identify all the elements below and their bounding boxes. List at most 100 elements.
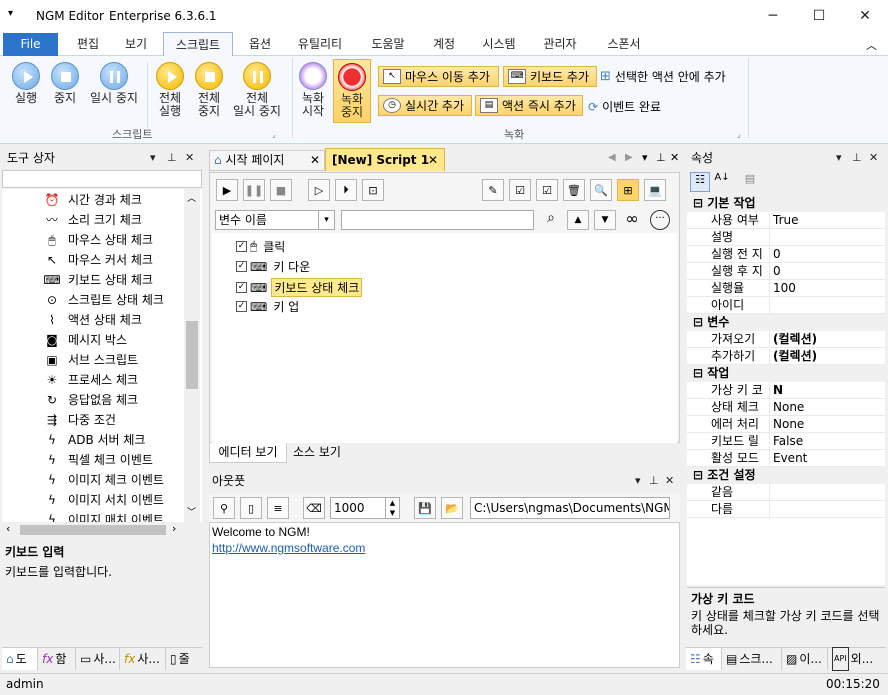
- move-up-button[interactable]: ▲: [567, 210, 589, 230]
- script-item-keyboard-check[interactable]: ✓ ⌨ 키보드 상태 체크: [236, 278, 363, 297]
- tab-utility[interactable]: 유틸리티: [288, 32, 352, 56]
- check-button[interactable]: ☑: [536, 179, 558, 201]
- close-icon[interactable]: ✕: [428, 149, 438, 171]
- run-all-button[interactable]: 전체 실행: [152, 62, 188, 118]
- file-tab[interactable]: File: [3, 33, 58, 56]
- close-icon[interactable]: ✕: [869, 147, 878, 169]
- add-in-selected-button[interactable]: ⊞ 선택한 액션 안에 추가: [600, 68, 726, 85]
- property-row[interactable]: 에러 처리 None: [687, 416, 885, 433]
- event-done-button[interactable]: ⟳ 이벤트 완료: [588, 98, 661, 115]
- dropdown-icon[interactable]: ▾: [836, 147, 842, 169]
- tab-function[interactable]: fx 함: [38, 648, 76, 670]
- close-icon[interactable]: ✕: [310, 151, 320, 170]
- toolbox-item[interactable]: ↖ 마우스 커서 체크: [44, 250, 202, 270]
- category-basic[interactable]: ⊟ 기본 작업: [687, 195, 885, 212]
- close-icon[interactable]: ✕: [185, 147, 194, 169]
- tab-system[interactable]: 시스템: [474, 32, 524, 56]
- delete-button[interactable]: 🗑: [563, 179, 585, 201]
- property-row[interactable]: 실행 전 지0: [687, 246, 885, 263]
- toolbox-item[interactable]: ▣ 서브 스크립트: [44, 350, 202, 370]
- move-down-button[interactable]: ▼: [594, 210, 616, 230]
- collapse-ribbon-icon[interactable]: ︿: [866, 37, 877, 53]
- clear-log-button[interactable]: ⚲: [213, 497, 235, 519]
- pin-icon[interactable]: ⊥: [649, 470, 659, 492]
- add-realtime-button[interactable]: ◷ 실시간 추가: [378, 95, 472, 116]
- property-row[interactable]: 같음: [687, 484, 885, 501]
- tab-line[interactable]: ▯ 줄: [166, 648, 202, 670]
- tree-view-button[interactable]: ⊞: [617, 179, 639, 201]
- property-row[interactable]: 설명: [687, 229, 885, 246]
- tab-script-1[interactable]: [New] Script 1 ✕: [325, 148, 445, 171]
- toolbox-item[interactable]: 🖱 마우스 상태 체크: [44, 230, 202, 250]
- property-row[interactable]: 사용 여부 True: [687, 212, 885, 229]
- toolbox-item[interactable]: ϟ 이미지 체크 이벤트: [44, 470, 202, 490]
- toolbox-item[interactable]: ⏰ 시간 경과 체크: [44, 190, 202, 210]
- tab-admin[interactable]: 관리자: [534, 32, 586, 56]
- tab-start-page[interactable]: ⌂ 시작 페이지 ✕: [209, 150, 325, 171]
- pin-icon[interactable]: ⊥: [656, 151, 666, 164]
- more-icon[interactable]: ···: [650, 210, 670, 230]
- dropdown-icon[interactable]: ▾: [642, 151, 648, 164]
- toolbox-item[interactable]: ϟ 픽셀 체크 이벤트: [44, 450, 202, 470]
- property-row[interactable]: 추가하기 (컬렉션): [687, 348, 885, 365]
- run-selected-button[interactable]: ⊡: [362, 179, 384, 201]
- property-row[interactable]: 키보드 릴 False: [687, 433, 885, 450]
- tab-edit[interactable]: 편집: [64, 32, 112, 56]
- stop-all-button[interactable]: 전체 중지: [191, 62, 227, 118]
- pin-icon[interactable]: ⊥: [167, 147, 177, 169]
- sort-alpha-icon[interactable]: A↓: [712, 172, 732, 192]
- stop-button[interactable]: ■: [270, 179, 292, 201]
- edit-button[interactable]: ✎: [482, 179, 504, 201]
- category-job[interactable]: ⊟ 작업: [687, 365, 885, 382]
- play-from-button[interactable]: ▷: [308, 179, 330, 201]
- toolbox-item[interactable]: ϟ 이미지 서치 이벤트: [44, 490, 202, 510]
- open-folder-button[interactable]: 📂: [441, 497, 463, 519]
- search-icon[interactable]: ⌕: [540, 210, 562, 230]
- tab-toolbox[interactable]: ⌂ 도: [2, 648, 38, 670]
- pause-button[interactable]: ❚❚: [243, 179, 265, 201]
- add-mouse-move-button[interactable]: ↖ 마우스 이동 추가: [378, 66, 499, 87]
- variable-search-input[interactable]: [341, 210, 534, 230]
- toolbox-item[interactable]: ⊙ 스크립트 상태 체크: [44, 290, 202, 310]
- play-button[interactable]: ▶: [216, 179, 238, 201]
- step-button[interactable]: ⏵: [335, 179, 357, 201]
- pause-all-button[interactable]: 전체 일시 중지: [228, 62, 286, 118]
- close-button[interactable]: ✕: [842, 0, 888, 32]
- scroll-right-icon[interactable]: ›: [172, 522, 176, 535]
- tab-account[interactable]: 계정: [420, 32, 468, 56]
- property-row[interactable]: 가져오기 (컬렉션): [687, 331, 885, 348]
- script-item-keyup[interactable]: ✓ ⌨ 키 업: [236, 298, 299, 315]
- tab-user[interactable]: ▭ 사...: [76, 648, 120, 670]
- dropdown-icon[interactable]: ▾: [635, 470, 641, 492]
- tab-properties[interactable]: ☷ 속: [686, 648, 722, 670]
- new-log-button[interactable]: ▯: [240, 497, 262, 519]
- toolbox-item[interactable]: ⇶ 다중 조건: [44, 410, 202, 430]
- toolbox-item[interactable]: ◙ 메시지 박스: [44, 330, 202, 350]
- scroll-left-icon[interactable]: ‹: [6, 522, 10, 535]
- tab-view[interactable]: 보기: [112, 32, 160, 56]
- toolbox-item[interactable]: ϟ ADB 서버 체크: [44, 430, 202, 450]
- erase-button[interactable]: ⌫: [303, 497, 325, 519]
- stop-button[interactable]: 중지: [47, 62, 83, 105]
- checkbox-icon[interactable]: ✓: [236, 261, 247, 272]
- checkbox-icon[interactable]: ✓: [236, 301, 247, 312]
- property-row[interactable]: 가상 키 코N: [687, 382, 885, 399]
- vertical-scrollbar[interactable]: ︿ ﹀: [184, 189, 200, 522]
- tab-prev-icon[interactable]: ◀: [608, 152, 616, 163]
- toolbox-item[interactable]: ⌇ 액션 상태 체크: [44, 310, 202, 330]
- tab-editor-view[interactable]: 에디터 보기: [209, 443, 287, 463]
- tab-image[interactable]: ▨ 이...: [782, 648, 828, 670]
- stepper-arrows-icon[interactable]: ▲ ▼: [385, 498, 399, 518]
- tab-source-view[interactable]: 소스 보기: [287, 443, 347, 463]
- script-item-keydown[interactable]: ✓ ⌨ 키 다운: [236, 258, 310, 275]
- minimize-button[interactable]: ─: [750, 0, 796, 32]
- horizontal-scrollbar[interactable]: ‹ ›: [2, 522, 202, 538]
- dialog-launcher-icon[interactable]: ⌟: [272, 130, 276, 139]
- toolbox-item[interactable]: ☀ 프로세스 체크: [44, 370, 202, 390]
- variable-select[interactable]: 변수 이름 ▾: [215, 210, 335, 230]
- toolbox-item[interactable]: 〰 소리 크기 체크: [44, 210, 202, 230]
- property-row[interactable]: 다름: [687, 501, 885, 518]
- screen-button[interactable]: 💻: [644, 179, 666, 201]
- property-pages-icon[interactable]: ▤: [740, 172, 760, 192]
- checkbox-icon[interactable]: ✓: [236, 241, 247, 252]
